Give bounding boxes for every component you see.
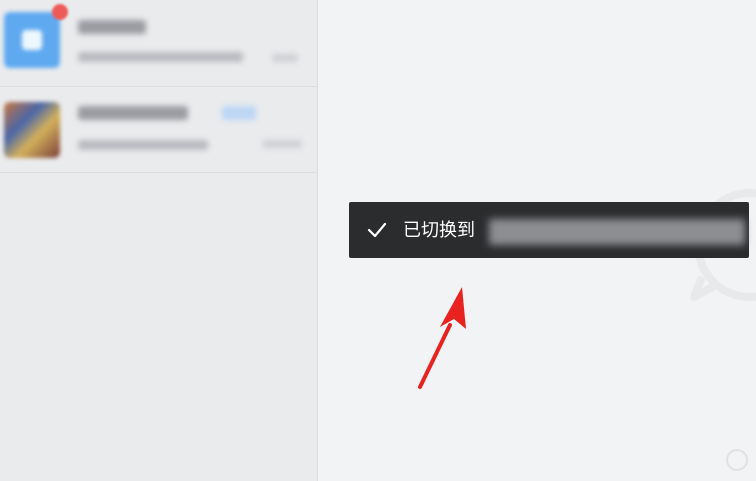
- conversation-time-redacted: [272, 54, 298, 62]
- toast-message: 已切换到: [403, 220, 475, 240]
- conversation-tag-redacted: [222, 106, 256, 120]
- red-pointer-arrow-icon: [418, 287, 466, 389]
- conversation-preview-redacted: [78, 52, 243, 62]
- conversation-name-redacted: [78, 106, 188, 120]
- check-icon: [367, 222, 387, 238]
- conversation-name-redacted: [78, 20, 146, 34]
- photo-avatar: [4, 102, 60, 158]
- conversation-item[interactable]: [0, 0, 317, 87]
- toast-target-redacted: [489, 219, 745, 245]
- unread-badge: [52, 4, 68, 20]
- corner-watermark-icon: [726, 449, 748, 471]
- conversation-item[interactable]: [0, 86, 317, 173]
- app-avatar-icon: [4, 12, 60, 68]
- conversation-preview-redacted: [78, 140, 208, 150]
- conversation-sidebar: [0, 0, 318, 481]
- conversation-time-redacted: [262, 140, 302, 148]
- switch-toast: 已切换到: [349, 202, 749, 258]
